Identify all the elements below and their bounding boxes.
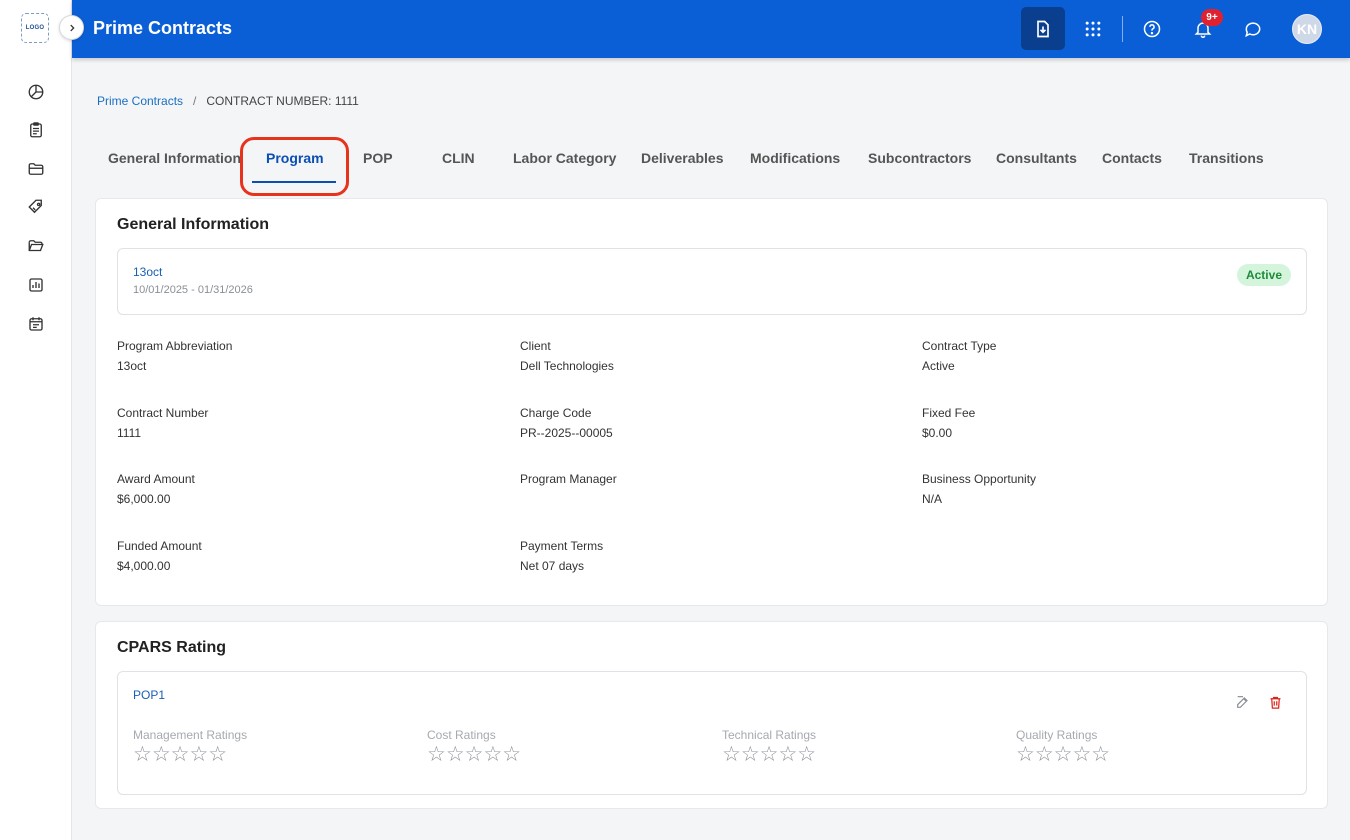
clipboard-icon[interactable] [26, 120, 46, 140]
field-value: N/A [922, 492, 943, 506]
program-name-link[interactable]: 13oct [133, 265, 162, 279]
top-bar: Prime Contracts 9+ KN [72, 0, 1350, 58]
general-information-card: General Information 13oct 10/01/2025 - 0… [95, 198, 1328, 606]
pop-rating-box: POP1 Management Ratings ☆☆☆☆☆ Cost Ratin… [117, 671, 1307, 795]
sidebar-toggle-button[interactable] [59, 15, 84, 40]
cpars-rating-card: CPARS Rating POP1 Management Ratings ☆☆☆… [95, 621, 1328, 809]
field-label: Business Opportunity [922, 472, 1037, 486]
field-funded-amount: Funded Amount $4,000.00 [117, 539, 202, 573]
tab-subcontractors[interactable]: Subcontractors [868, 150, 971, 166]
rating-label: Quality Ratings [1016, 728, 1098, 742]
edit-icon[interactable] [1234, 693, 1252, 711]
notification-badge: 9+ [1201, 9, 1223, 26]
tag-icon[interactable] [26, 197, 46, 217]
field-label: Award Amount [117, 472, 195, 486]
logo: LOGO [21, 13, 49, 43]
star-rating-input[interactable]: ☆☆☆☆☆ [133, 744, 247, 766]
program-summary-box: 13oct 10/01/2025 - 01/31/2026 Active [117, 248, 1307, 315]
report-icon[interactable] [26, 275, 46, 295]
program-dates: 10/01/2025 - 01/31/2026 [133, 284, 253, 296]
rating-label: Technical Ratings [722, 728, 817, 742]
field-label: Client [520, 339, 551, 353]
breadcrumb: Prime Contracts / CONTRACT NUMBER: 1111 [97, 94, 359, 108]
sidebar: LOGO [0, 0, 72, 840]
calendar-icon[interactable] [26, 314, 46, 334]
field-charge-code: Charge Code PR--2025--00005 [520, 406, 613, 440]
rating-cost: Cost Ratings ☆☆☆☆☆ [427, 728, 521, 766]
field-label: Charge Code [520, 406, 592, 420]
tab-general-information[interactable]: General Information [108, 150, 241, 166]
field-label: Payment Terms [520, 539, 604, 553]
field-label: Funded Amount [117, 539, 202, 553]
star-rating-input[interactable]: ☆☆☆☆☆ [722, 744, 816, 766]
tab-pop[interactable]: POP [363, 150, 393, 166]
rating-technical: Technical Ratings ☆☆☆☆☆ [722, 728, 816, 766]
folder-icon[interactable] [26, 159, 46, 179]
tab-labor-category[interactable]: Labor Category [513, 150, 616, 166]
field-label: Contract Type [922, 339, 997, 353]
section-title: CPARS Rating [117, 639, 227, 656]
rating-management: Management Ratings ☆☆☆☆☆ [133, 728, 247, 766]
field-value: $0.00 [922, 426, 953, 440]
field-program-manager: Program Manager [520, 472, 617, 492]
field-label: Contract Number [117, 406, 209, 420]
field-program-abbreviation: Program Abbreviation 13oct [117, 339, 232, 373]
dashboard-icon[interactable] [26, 82, 46, 102]
breadcrumb-separator: / [193, 94, 197, 108]
rating-label: Management Ratings [133, 728, 248, 742]
field-contract-number: Contract Number 1111 [117, 406, 208, 440]
status-badge: Active [1236, 264, 1291, 286]
rating-quality: Quality Ratings ☆☆☆☆☆ [1016, 728, 1110, 766]
chevron-right-icon [69, 24, 75, 31]
field-business-opportunity: Business Opportunity N/A [922, 472, 1036, 506]
field-client: Client Dell Technologies [520, 339, 614, 373]
tab-modifications[interactable]: Modifications [750, 150, 840, 166]
field-fixed-fee: Fixed Fee $0.00 [922, 406, 975, 440]
tab-consultants[interactable]: Consultants [996, 150, 1077, 166]
rating-label: Cost Ratings [427, 728, 496, 742]
help-icon[interactable] [1137, 14, 1167, 44]
star-rating-input[interactable]: ☆☆☆☆☆ [427, 744, 521, 766]
field-contract-type: Contract Type Active [922, 339, 996, 373]
field-value: 13oct [117, 359, 147, 373]
field-label: Program Abbreviation [117, 339, 233, 353]
tab-highlight-annotation [240, 137, 349, 196]
topbar-divider [1122, 16, 1123, 42]
tab-clin[interactable]: CLIN [442, 150, 475, 166]
download-file-icon [1037, 20, 1049, 37]
section-title: General Information [117, 216, 270, 233]
field-value: Active [922, 359, 955, 373]
star-rating-input[interactable]: ☆☆☆☆☆ [1016, 744, 1110, 766]
download-button[interactable] [1021, 7, 1065, 50]
chat-icon[interactable] [1238, 14, 1268, 44]
field-payment-terms: Payment Terms Net 07 days [520, 539, 603, 573]
field-value: Dell Technologies [520, 359, 614, 373]
field-value: $4,000.00 [117, 559, 171, 573]
avatar[interactable]: KN [1292, 14, 1322, 44]
field-value: PR--2025--00005 [520, 426, 613, 440]
apps-grid-icon[interactable] [1078, 14, 1108, 44]
field-value: 1111 [117, 426, 142, 440]
trash-icon[interactable] [1266, 693, 1284, 711]
folder-open-icon[interactable] [26, 236, 46, 256]
field-label: Fixed Fee [922, 406, 976, 420]
breadcrumb-parent-link[interactable]: Prime Contracts [97, 94, 183, 108]
field-award-amount: Award Amount $6,000.00 [117, 472, 195, 506]
tab-deliverables[interactable]: Deliverables [641, 150, 724, 166]
pop-name-link[interactable]: POP1 [133, 688, 165, 702]
app-title: Prime Contracts [93, 18, 233, 38]
breadcrumb-current: CONTRACT NUMBER: 1111 [206, 94, 359, 108]
tab-transitions[interactable]: Transitions [1189, 150, 1264, 166]
tab-contacts[interactable]: Contacts [1102, 150, 1162, 166]
field-label: Program Manager [520, 472, 617, 486]
field-value: $6,000.00 [117, 492, 171, 506]
field-value: Net 07 days [520, 559, 585, 573]
